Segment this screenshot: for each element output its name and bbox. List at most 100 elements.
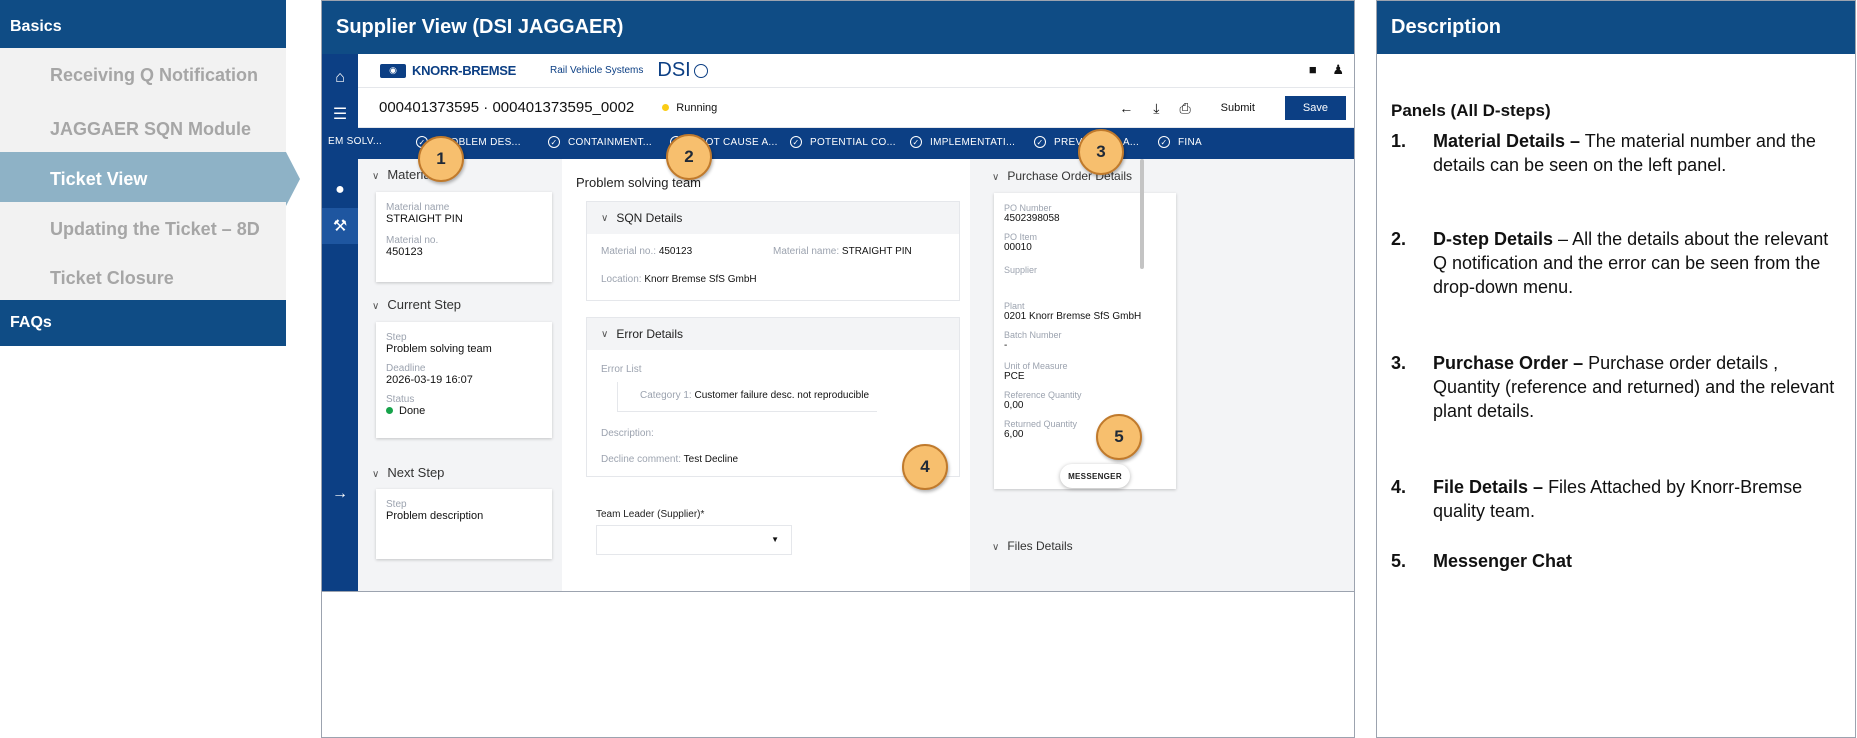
app-topbar: ◉ KNORR-BREMSE Rail Vehicle Systems DSI …: [358, 54, 1354, 88]
callout-badge: 1: [418, 136, 464, 182]
description-panel: Description Panels (All D-steps) 1. Mate…: [1376, 0, 1856, 738]
ret-qty-label: Returned Quantity: [1004, 419, 1078, 429]
step-tab[interactable]: ✓ IMPLEMENTATI...: [910, 136, 1015, 148]
current-step-card: Step Problem solving team Deadline 2026-…: [376, 322, 552, 438]
team-leader-select[interactable]: ▼: [596, 525, 792, 555]
back-arrow-icon[interactable]: ←: [1119, 100, 1133, 116]
scrollbar[interactable]: [1140, 159, 1144, 269]
ticket-number: 000401373595 · 000401373595_0002: [379, 99, 635, 116]
nav-item-ticket-closure[interactable]: Ticket Closure: [0, 251, 286, 305]
active-arrow: [286, 152, 300, 206]
status-label: Status: [386, 394, 415, 405]
status-done-dot-icon: [386, 407, 393, 414]
center-panel: Problem solving team ∨ SQN Details Materi…: [562, 159, 970, 591]
status-value: Done: [386, 405, 542, 417]
nav-section-basics[interactable]: Basics: [0, 0, 286, 54]
material-name-label: Material name: [386, 202, 450, 213]
nav-section-faqs[interactable]: FAQs: [0, 300, 286, 346]
description-label: Description:: [601, 428, 654, 439]
material-no-label: Material no.: [386, 235, 439, 246]
material-no-value: 450123: [386, 246, 423, 258]
submit-button[interactable]: Submit: [1211, 98, 1265, 118]
nav-item-label: Updating the Ticket – 8D: [50, 218, 260, 239]
callout-badge: 4: [902, 444, 948, 490]
tools-icon[interactable]: ⚒: [322, 208, 358, 244]
check-circle-icon: ✓: [548, 136, 560, 148]
po-column: ∨ Purchase Order Details PO Number 450239…: [978, 159, 1176, 591]
ref-qty-label: Reference Quantity: [1004, 390, 1082, 400]
ticket-actions: ← ⤓ ⎙ Submit Save: [1119, 96, 1346, 120]
save-button[interactable]: Save: [1284, 96, 1346, 120]
po-card: PO Number 4502398058 PO Item 00010 Suppl…: [994, 193, 1176, 489]
sqn-details-header[interactable]: ∨ SQN Details: [587, 202, 959, 234]
ref-qty-value: 0,00: [1004, 400, 1024, 411]
check-circle-icon: ✓: [910, 136, 922, 148]
main-panel: Supplier View (DSI JAGGAER) ⌂ ☰ ◫ ● ⚒ → …: [321, 0, 1355, 738]
dsi-logo-icon: [693, 63, 708, 78]
step-label: Step: [386, 332, 407, 343]
uom-value: PCE: [1004, 371, 1025, 382]
nav-item-receiving-q-notification[interactable]: Receiving Q Notification: [0, 48, 286, 102]
ticket-status: Running: [676, 101, 718, 114]
user-icon[interactable]: ●: [322, 172, 358, 208]
chevron-down-icon: ∨: [372, 171, 380, 182]
nav-item-label: JAGGAER SQN Module: [50, 118, 252, 139]
step-tab[interactable]: EM SOLV...: [328, 136, 382, 147]
sqn-location: Location: Knorr Bremse SfS GmbH: [601, 274, 757, 285]
step-label: Step: [386, 499, 407, 510]
knorr-bremse-logo-icon: ◉: [380, 63, 406, 78]
step-tab[interactable]: ✓ POTENTIAL CO...: [790, 136, 896, 148]
sqn-details-panel: ∨ SQN Details Material no.: 450123 Materi…: [586, 201, 960, 301]
error-list-label: Error List: [601, 364, 642, 375]
material-card: Material name STRAIGHT PIN Material no. …: [376, 192, 552, 282]
chevron-down-icon: ∨: [372, 301, 380, 312]
nav-item-label: Receiving Q Notification: [50, 64, 259, 85]
plant-value: 0201 Knorr Bremse SfS GmbH: [1004, 311, 1142, 322]
next-step-section-header[interactable]: ∨ Next Step: [372, 465, 444, 480]
expand-arrow-icon[interactable]: →: [322, 484, 358, 504]
nav-item-jaggaer-sqn-module[interactable]: JAGGAER SQN Module: [0, 102, 286, 156]
callout-badge: 5: [1096, 414, 1142, 460]
nav-section-label: Basics: [10, 18, 62, 35]
nav-item-ticket-view[interactable]: Ticket View: [0, 152, 286, 206]
step-tab[interactable]: ✓ CONTAINMENT...: [548, 136, 652, 148]
batch-label: Batch Number: [1004, 330, 1062, 340]
description-title: Description: [1391, 16, 1502, 38]
error-category: Category 1: Customer failure desc. not r…: [617, 382, 877, 412]
next-step-card: Step Problem description: [376, 489, 552, 559]
uom-label: Unit of Measure: [1004, 361, 1068, 371]
page-title: Supplier View (DSI JAGGAER): [336, 16, 624, 38]
chevron-down-icon: ∨: [372, 469, 380, 480]
deadline-label: Deadline: [386, 363, 426, 374]
current-step-section-header[interactable]: ∨ Current Step: [372, 297, 461, 312]
sqn-material-name: Material name: STRAIGHT PIN: [773, 246, 912, 257]
nav-item-updating-the-ticket[interactable]: Updating the Ticket – 8D: [0, 202, 286, 256]
step-tab[interactable]: ✓ FINA: [1158, 136, 1202, 148]
description-item: 1. Material Details – The material numbe…: [1391, 131, 1816, 175]
download-icon[interactable]: ⤓: [1153, 100, 1159, 117]
nav-item-label: Ticket View: [50, 168, 148, 189]
plant-label: Plant: [1004, 301, 1025, 311]
description-heading: Panels (All D-steps): [1391, 101, 1551, 120]
files-section-header[interactable]: ∨ Files Details: [992, 539, 1073, 553]
check-circle-icon: ✓: [1034, 136, 1046, 148]
profile-icon[interactable]: ♟: [1332, 62, 1344, 77]
description-item: 3. Purchase Order – Purchase order detai…: [1391, 353, 1835, 421]
callout-badge: 3: [1078, 129, 1124, 175]
brand-subtitle: Rail Vehicle Systems: [550, 65, 644, 76]
home-icon[interactable]: ⌂: [322, 60, 358, 96]
nav-item-label: Ticket Closure: [50, 267, 174, 288]
d-steps-bar: EM SOLV... ✓ PROBLEM DES... ✓ CONTAINMENT.…: [322, 128, 1354, 159]
nav-section-label: FAQs: [10, 314, 52, 331]
print-icon[interactable]: ⎙: [1179, 100, 1190, 117]
status-dot-icon: [662, 104, 670, 111]
batch-value: -: [1004, 340, 1008, 351]
chat-icon[interactable]: ■: [1309, 62, 1317, 77]
app-screenshot: ⌂ ☰ ◫ ● ⚒ → ◉ KNORR-BREMSE Rail Vehicle …: [322, 54, 1354, 592]
messenger-button[interactable]: MESSENGER: [1060, 464, 1130, 488]
error-details-header[interactable]: ∨ Error Details: [587, 318, 959, 350]
description-item: 4. File Details – Files Attached by Knor…: [1391, 477, 1803, 521]
database-icon[interactable]: ☰: [322, 96, 358, 132]
step-value: Problem description: [386, 510, 484, 522]
step-value: Problem solving team: [386, 343, 492, 355]
